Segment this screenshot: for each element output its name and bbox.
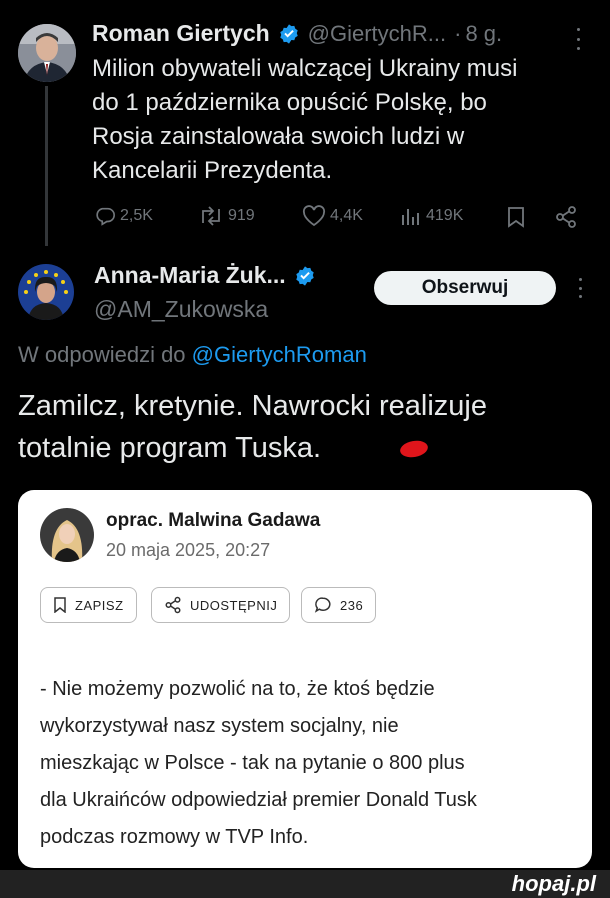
more-options-icon[interactable] — [574, 278, 586, 298]
views-button[interactable]: 419K — [400, 205, 463, 227]
avatar-roman-giertych[interactable] — [18, 24, 76, 82]
comment-icon — [314, 597, 331, 613]
footer-bar: hopaj.pl — [0, 870, 610, 898]
tweet-text: Milion obywateli walczącej Ukrainy musi … — [92, 52, 592, 188]
tweet-time[interactable]: 8 g. — [465, 21, 502, 47]
separator-dot: · — [454, 20, 462, 46]
like-count: 4,4K — [330, 207, 363, 224]
article-body-line: wykorzystywał nasz system socjalny, nie — [40, 715, 399, 737]
tweet-text-line: Rosja zainstalowała swoich ludzi w — [92, 123, 465, 150]
avatar-anna-maria-zukowska[interactable] — [18, 264, 74, 320]
like-button[interactable]: 4,4K — [302, 205, 363, 227]
bookmark-icon[interactable] — [505, 205, 527, 229]
tweet-text-line: do 1 października opuścić Polskę, bo — [92, 89, 487, 116]
share-button[interactable]: UDOSTĘPNIJ — [151, 587, 291, 623]
author-handle[interactable]: @AM_Zukowska — [94, 296, 268, 323]
reply-button[interactable]: 2,5K — [94, 205, 153, 227]
author-name[interactable]: Anna-Maria Żuk... — [94, 262, 286, 289]
tweet-text-line: Kancelarii Prezydenta. — [92, 157, 333, 184]
follow-button[interactable]: Obserwuj — [374, 271, 556, 305]
heart-icon — [302, 205, 326, 227]
article-body-line: dla Ukraińców odpowiedział premier Donal… — [40, 789, 477, 811]
tweet-text-line: Milion obywateli walczącej Ukrainy musi — [92, 55, 518, 82]
views-count: 419K — [426, 207, 464, 224]
article-author-avatar — [40, 508, 94, 562]
reply-text: Zamilcz, kretynie. Nawrocki realizuje to… — [18, 385, 598, 469]
reply-text-line: Zamilcz, kretynie. Nawrocki realizuje — [18, 390, 487, 422]
article-body-line: - Nie możemy pozwolić na to, że ktoś będ… — [40, 678, 435, 700]
repost-count: 919 — [228, 207, 255, 224]
article-date: 20 maja 2025, 20:27 — [106, 540, 271, 560]
thread-line — [45, 86, 48, 246]
share-icon[interactable] — [554, 205, 578, 229]
comments-button[interactable]: 236 — [301, 587, 377, 623]
verified-badge-icon — [279, 23, 298, 44]
share-icon — [165, 596, 181, 614]
reply-prefix: W odpowiedzi do — [18, 342, 186, 367]
author-name[interactable]: Roman Giertych — [92, 20, 270, 47]
article-author: oprac. Malwina Gadawa — [106, 510, 321, 531]
reply-text-line: totalnie program Tuska. — [18, 432, 322, 464]
article-body: - Nie możemy pozwolić na to, że ktoś będ… — [40, 671, 580, 856]
save-label: ZAPISZ — [75, 597, 124, 613]
article-body-line: podczas rozmowy w TVP Info. — [40, 826, 309, 848]
author-handle[interactable]: @GiertychR... — [308, 21, 446, 47]
repost-button[interactable]: 919 — [198, 205, 255, 227]
site-logo: hopaj.pl — [511, 871, 596, 896]
more-options-icon[interactable] — [572, 28, 584, 50]
save-button[interactable]: ZAPISZ — [40, 587, 137, 623]
reply-context: W odpowiedzi do @GiertychRoman — [18, 342, 367, 368]
comments-count: 236 — [340, 597, 364, 613]
reply-to-link[interactable]: @GiertychRoman — [192, 342, 367, 367]
embedded-article-image[interactable]: oprac. Malwina Gadawa 20 maja 2025, 20:2… — [18, 490, 592, 868]
reply-count: 2,5K — [120, 207, 153, 224]
bookmark-icon — [54, 597, 66, 613]
repost-icon — [202, 206, 220, 226]
reply-icon — [96, 207, 115, 226]
article-body-line: mieszkając w Polsce - tak na pytanie o 8… — [40, 752, 465, 774]
views-icon — [402, 209, 419, 225]
verified-badge-icon — [295, 265, 314, 286]
share-label: UDOSTĘPNIJ — [190, 597, 278, 613]
